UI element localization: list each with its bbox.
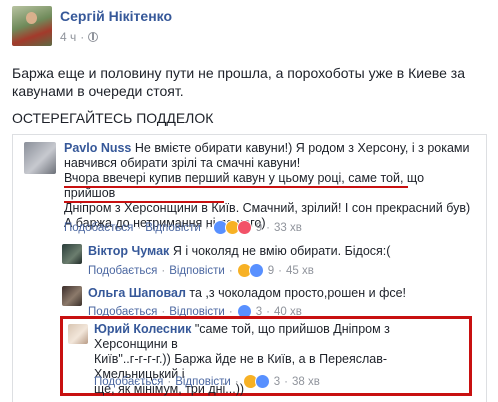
- red-underline: [64, 186, 408, 188]
- reactions-icon[interactable]: [242, 374, 270, 389]
- globe-icon[interactable]: [88, 32, 99, 42]
- reply-link[interactable]: Відповісти: [145, 222, 201, 234]
- like-link[interactable]: Подобається: [94, 376, 163, 388]
- post-text: Баржа еще и половину пути не прошла, а п…: [12, 65, 466, 99]
- post-warning: ОСТЕРЕГАЙТЕСЬ ПОДДЕЛОК: [12, 110, 214, 126]
- reply-avatar[interactable]: [62, 244, 82, 264]
- reply-link[interactable]: Відповісти: [169, 265, 225, 277]
- comment-avatar[interactable]: [24, 142, 56, 174]
- reply-avatar[interactable]: [62, 286, 82, 306]
- comment-olga: Ольга Шаповал та ,з чоколадом просто,рош…: [88, 286, 407, 300]
- comment-time[interactable]: 45 хв: [286, 265, 314, 277]
- like-link[interactable]: Подобається: [64, 222, 133, 234]
- reply-link[interactable]: Відповісти: [175, 376, 231, 388]
- comment-time[interactable]: 33 хв: [274, 222, 302, 234]
- reaction-count: 9: [255, 221, 263, 234]
- author-avatar[interactable]: [12, 6, 52, 46]
- author-name[interactable]: Сергій Нікітенко: [60, 8, 172, 24]
- red-underline: [64, 201, 224, 203]
- post-meta: 4 ч ·: [60, 30, 99, 44]
- comment-author[interactable]: Юрий Колесник: [94, 322, 191, 336]
- comment-time[interactable]: 38 хв: [292, 376, 320, 388]
- post-time[interactable]: 4 ч: [60, 30, 76, 44]
- reply-avatar[interactable]: [68, 324, 88, 344]
- comment-author[interactable]: Ольга Шаповал: [88, 286, 186, 300]
- comment-author[interactable]: Pavlo Nuss: [64, 141, 131, 155]
- reaction-count: 9: [267, 264, 275, 277]
- comment-viktor: Віктор Чумак Я і чоколяд не вмію обирати…: [88, 244, 391, 258]
- comment-author[interactable]: Віктор Чумак: [88, 244, 169, 258]
- reactions-icon[interactable]: [236, 263, 264, 278]
- comment-actions: Подобається · Відповісти · 3 · 38 хв: [94, 374, 320, 389]
- comment-actions: Подобається · Відповісти · 9 · 33 хв: [64, 220, 302, 235]
- reaction-count: 3: [273, 375, 281, 388]
- reactions-icon[interactable]: [212, 220, 252, 235]
- like-link[interactable]: Подобається: [88, 265, 157, 277]
- comment-actions: Подобається · Відповісти · 9 · 45 хв: [88, 263, 314, 278]
